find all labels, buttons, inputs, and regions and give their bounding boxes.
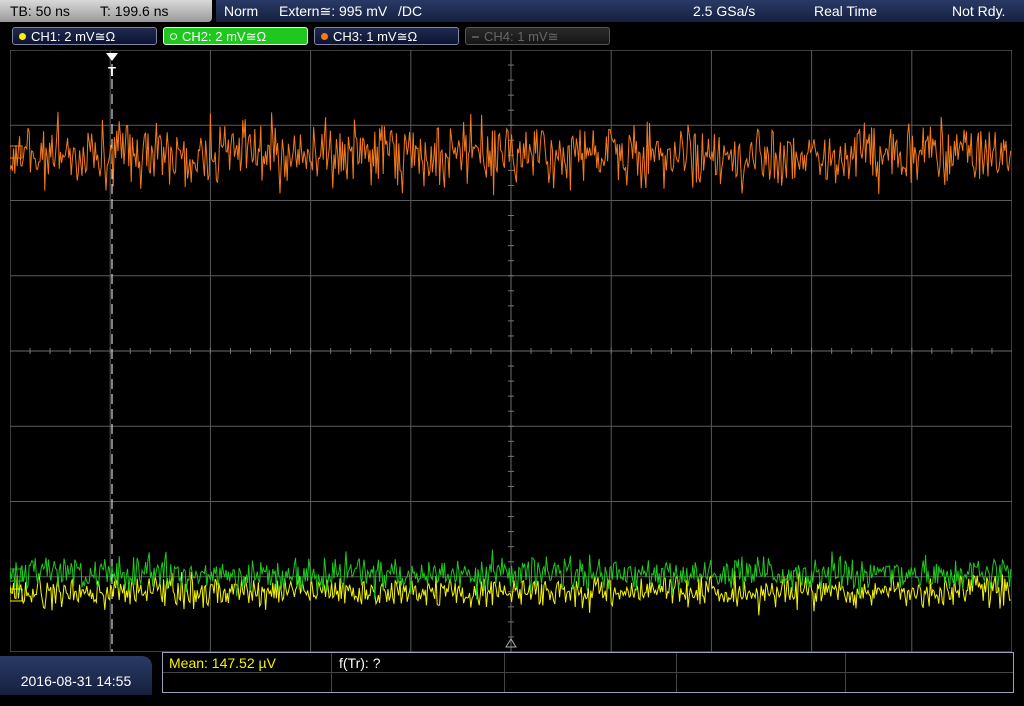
measurement-mean: Mean: 147.52 µV [169, 655, 276, 671]
acquisition-status: Not Rdy. [952, 3, 1006, 19]
channel-2-tab[interactable]: CH2: 2 mV≅Ω [163, 27, 308, 45]
channel-4-label: CH4: 1 mV≅ [484, 29, 559, 44]
channel-1-label: CH1: 2 mV≅Ω [31, 29, 116, 44]
footer: 2016-08-31 14:55 Mean: 147.52 µV f(Tr): … [0, 652, 1024, 695]
trigger-source[interactable]: Extern≅: 995 mV [279, 0, 387, 22]
channel-3-indicator-icon [321, 33, 328, 40]
timebase-panel[interactable]: TB: 50 ns T: 199.6 ns [0, 0, 212, 22]
channel-3-label: CH3: 1 mV≅Ω [333, 29, 418, 44]
trigger-time-readout: T: 199.6 ns [100, 3, 169, 19]
status-bar: Norm Extern≅: 995 mV /DC 2.5 GSa/s Real … [216, 0, 1024, 22]
waveform-display[interactable]: T [9, 49, 1013, 653]
channel-4-indicator-icon [472, 36, 479, 38]
channel-2-indicator-icon [170, 33, 177, 40]
channel-bar: CH1: 2 mV≅Ω CH2: 2 mV≅Ω CH3: 1 mV≅Ω CH4:… [0, 24, 1024, 48]
channel-2-label: CH2: 2 mV≅Ω [182, 29, 267, 44]
waveform-canvas: T [9, 49, 1013, 653]
timebase-readout: TB: 50 ns [10, 3, 70, 19]
channel-1-tab[interactable]: CH1: 2 mV≅Ω [12, 27, 157, 45]
date-time: 2016-08-31 14:55 [0, 656, 152, 695]
trigger-edge: /DC [398, 3, 423, 19]
channel-1-indicator-icon [19, 33, 26, 40]
trigger-mode[interactable]: Norm [224, 0, 258, 22]
channel-4-tab[interactable]: CH4: 1 mV≅ [465, 27, 610, 45]
trigger-marker-label: T [108, 64, 116, 79]
channel-3-tab[interactable]: CH3: 1 mV≅Ω [314, 27, 459, 45]
measurement-frequency: f(Tr): ? [339, 655, 381, 671]
acquisition-mode: Real Time [814, 3, 878, 19]
measurement-panel[interactable]: Mean: 147.52 µV f(Tr): ? [162, 652, 1014, 693]
sample-rate: 2.5 GSa/s [693, 3, 756, 19]
